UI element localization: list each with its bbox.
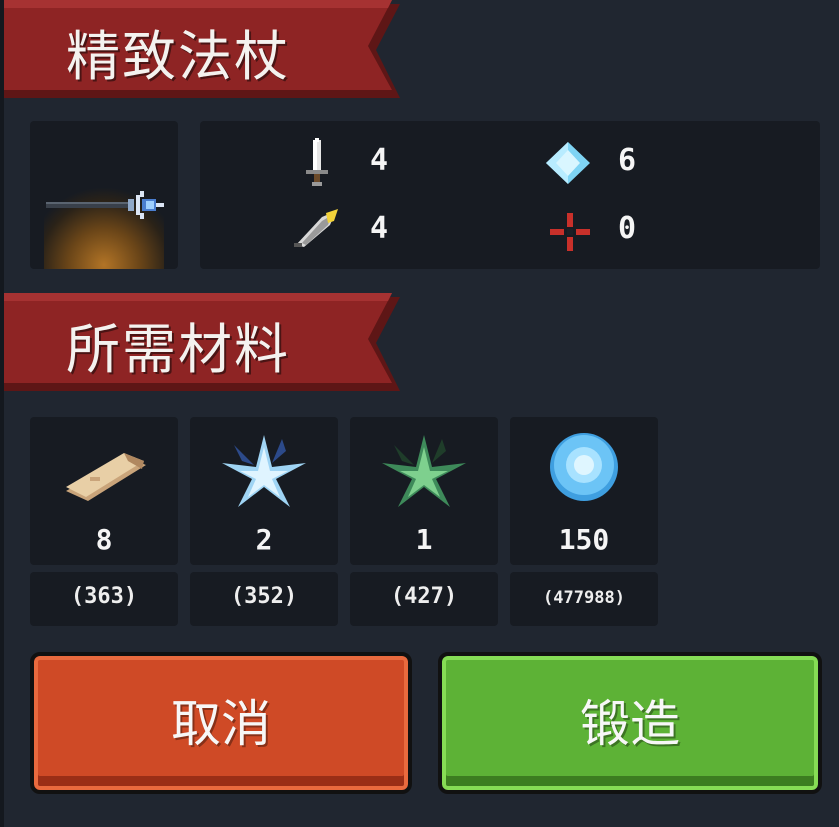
- item-title: 精致法杖: [66, 25, 290, 88]
- wood-log-icon: [66, 453, 146, 501]
- material-owned: (363): [70, 584, 138, 609]
- material-slot-green: 1: [350, 417, 498, 565]
- stats-panel: 4 6 4 0: [200, 121, 820, 269]
- accuracy-value: 0: [618, 211, 637, 246]
- blue-gem-icon: [550, 433, 618, 501]
- material-owned-green: (427): [350, 572, 498, 626]
- feather-icon: [294, 209, 338, 247]
- weapon-preview: [30, 121, 178, 269]
- materials-title-banner: 所需材料: [4, 293, 404, 391]
- item-title-banner: 精致法杖: [4, 0, 404, 98]
- material-required: 8: [95, 523, 113, 556]
- forge-button[interactable]: 锻造: [438, 652, 822, 794]
- material-owned: (427): [390, 584, 458, 609]
- cancel-button-label: 取消: [171, 695, 271, 753]
- material-owned-gem: (477988): [510, 572, 658, 626]
- material-owned-wood: (363): [30, 572, 178, 626]
- material-owned-ice: (352): [190, 572, 338, 626]
- material-slot-wood: 8: [30, 417, 178, 565]
- materials-title: 所需材料: [66, 318, 290, 381]
- material-owned: (477988): [543, 588, 625, 608]
- crystal-icon: [546, 142, 590, 184]
- attack-value: 4: [370, 143, 389, 178]
- cancel-button[interactable]: 取消: [30, 652, 412, 794]
- material-required: 1: [415, 523, 433, 556]
- crit-value: 4: [370, 211, 389, 246]
- forge-button-label: 锻造: [580, 695, 680, 753]
- material-required: 150: [558, 523, 610, 556]
- material-owned: (352): [230, 584, 298, 609]
- forge-dialog: 精致法杖 4 6 4 0 所需材料 8 2 1 150 (363) (352) …: [0, 0, 839, 827]
- crosshair-icon: [550, 213, 590, 251]
- material-required: 2: [255, 523, 273, 556]
- material-slot-gem: 150: [510, 417, 658, 565]
- staff-icon: [46, 191, 164, 219]
- material-slot-ice: 2: [190, 417, 338, 565]
- sword-icon: [306, 138, 328, 186]
- ice-crystal-icon: [222, 435, 306, 507]
- green-crystal-icon: [382, 435, 466, 507]
- energy-value: 6: [618, 143, 637, 178]
